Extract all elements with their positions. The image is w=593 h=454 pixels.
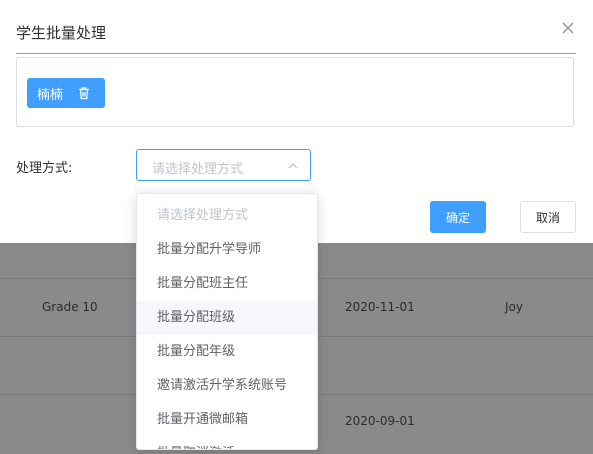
title-divider (16, 53, 576, 54)
dropdown-option-placeholder[interactable]: 请选择处理方式 (137, 199, 317, 233)
trash-icon[interactable] (77, 86, 91, 100)
chevron-up-icon (287, 160, 299, 172)
dropdown-option[interactable]: 批量开通微邮箱 (137, 403, 317, 437)
dropdown-option[interactable]: 邀请激活升学系统账号 (137, 369, 317, 403)
dropdown-option[interactable]: 批量取消激活 (137, 437, 317, 449)
student-tag-label: 楠楠 (37, 87, 64, 103)
method-dropdown: 请选择处理方式 批量分配升学导师 批量分配班主任 批量分配班级 批量分配年级 邀… (136, 193, 318, 450)
cancel-button[interactable]: 取消 (520, 201, 576, 233)
table-cell-grade: Grade 10 (42, 300, 98, 314)
confirm-button[interactable]: 确定 (430, 201, 486, 233)
table-cell-date: 2020-11-01 (345, 300, 415, 314)
method-label: 处理方式: (16, 161, 73, 176)
dialog-title: 学生批量处理 (16, 24, 107, 42)
student-tag: 楠楠 (27, 78, 105, 108)
close-icon[interactable] (558, 18, 578, 38)
dropdown-option[interactable]: 批量分配班级 (137, 301, 317, 335)
dropdown-option[interactable]: 批量分配升学导师 (137, 233, 317, 267)
table-cell-date: 2020-09-01 (345, 414, 415, 428)
dropdown-option[interactable]: 批量分配班主任 (137, 267, 317, 301)
selected-students-box: 楠楠 (16, 57, 574, 127)
dropdown-option[interactable]: 批量分配年级 (137, 335, 317, 369)
method-select[interactable]: 请选择处理方式 (136, 149, 311, 181)
table-cell-name: Joy (505, 300, 523, 314)
select-placeholder: 请选择处理方式 (152, 162, 244, 177)
